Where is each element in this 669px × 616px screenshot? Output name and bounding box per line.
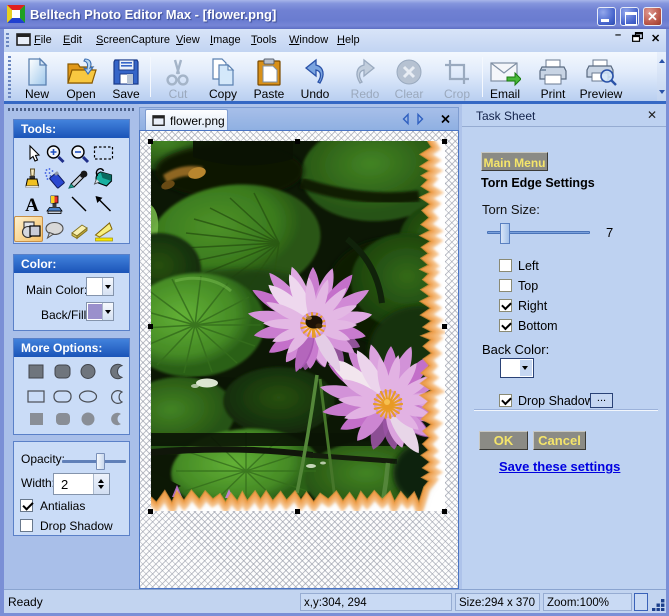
svg-text:A: A (25, 195, 39, 216)
